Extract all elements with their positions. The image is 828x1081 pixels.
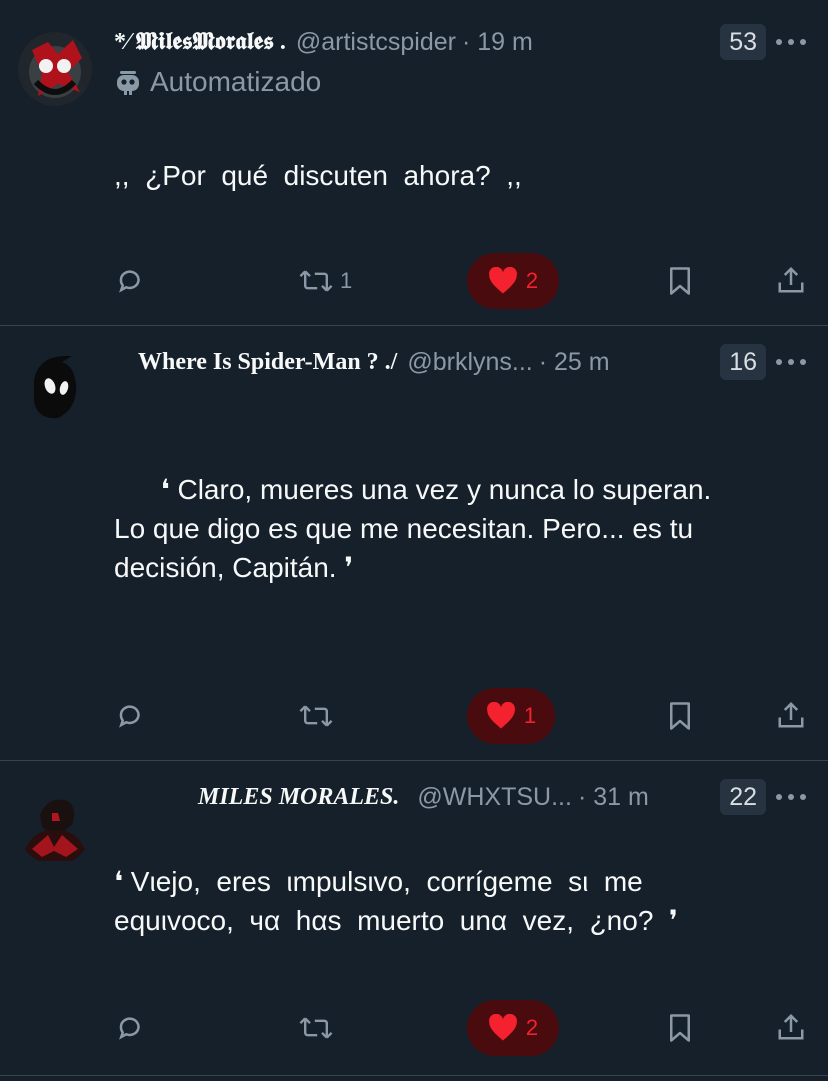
- display-name[interactable]: Where Is Spider-Man ? ./: [138, 349, 397, 376]
- like-button[interactable]: 2: [467, 253, 559, 309]
- retweet-icon: [299, 705, 333, 727]
- share-icon: [778, 701, 804, 728]
- tweet-text: ❛ Claro, mueres una vez y nunca lo super…: [114, 470, 814, 587]
- user-handle[interactable]: @WHXTSU...: [417, 783, 572, 812]
- count-badge: 22: [720, 779, 766, 815]
- user-handle[interactable]: @artistcspider: [296, 28, 456, 57]
- robot-icon: [117, 71, 139, 95]
- bookmark-icon: [670, 702, 690, 730]
- timestamp[interactable]: · 31 m: [578, 783, 649, 812]
- share-icon: [778, 1013, 804, 1040]
- retweet-count: 1: [340, 268, 353, 293]
- avatar[interactable]: [18, 350, 92, 424]
- share-button[interactable]: [776, 1012, 806, 1042]
- tweet-text-line: decisión, Capitán. ❜: [114, 552, 354, 583]
- reply-icon: [119, 270, 140, 293]
- reply-icon: [119, 705, 140, 728]
- retweet-button[interactable]: [298, 1013, 340, 1043]
- retweet-icon: [299, 270, 333, 292]
- tweet-actions: 1 2: [0, 253, 828, 309]
- tweet-text-line: equιvoco, чα hαs muerto unα vez, ¿no? ❜: [114, 905, 678, 936]
- avatar[interactable]: [18, 32, 92, 106]
- bookmark-icon: [670, 267, 690, 295]
- automated-label-row[interactable]: Automatizado: [114, 66, 321, 98]
- reply-icon: [119, 1017, 140, 1040]
- more-icon[interactable]: [776, 357, 806, 367]
- tweet-text-line: ❛ Vιejo, eres ιmpulsιvo, corrígeme sι me: [114, 866, 643, 897]
- heart-icon: [488, 267, 517, 294]
- tweet-actions: 2: [0, 1000, 828, 1056]
- share-button[interactable]: [776, 265, 806, 295]
- share-icon: [778, 266, 804, 293]
- more-icon[interactable]: [776, 792, 806, 802]
- reply-button[interactable]: [116, 266, 146, 296]
- timestamp[interactable]: · 25 m: [539, 348, 610, 377]
- tweet-text-line: ❛ Claro, mueres una vez y nunca lo super…: [114, 474, 712, 505]
- like-count: 2: [525, 268, 539, 293]
- more-icon[interactable]: [776, 37, 806, 47]
- avatar[interactable]: [18, 791, 92, 865]
- tweet-text-line: Lo que digo es que me necesitan. Pero...…: [114, 513, 694, 544]
- like-count: 2: [525, 1015, 539, 1040]
- bookmark-button[interactable]: [667, 701, 693, 731]
- user-handle[interactable]: @brklyns...: [407, 348, 532, 377]
- avatar-image: [18, 791, 92, 865]
- like-button[interactable]: 1: [467, 688, 555, 744]
- like-count: 1: [523, 703, 537, 728]
- tweet-actions: 1: [0, 688, 828, 744]
- tweet-text: ,, ¿Por qué discuten ahora? ,,: [114, 156, 794, 195]
- tweet-text: ❛ Vιejo, eres ιmpulsιvo, corrígeme sι me…: [114, 862, 814, 940]
- tweet-2[interactable]: Where Is Spider-Man ? ./ @brklyns... · 2…: [0, 326, 828, 761]
- reply-button[interactable]: [116, 701, 146, 731]
- reply-button[interactable]: [116, 1013, 146, 1043]
- tweet-3[interactable]: MILES MORALES. @WHXTSU... · 31 m 22 ❛ Vι…: [0, 761, 828, 1076]
- retweet-button[interactable]: 1: [298, 266, 352, 296]
- avatar-image: [18, 350, 92, 424]
- bookmark-button[interactable]: [667, 1013, 693, 1043]
- heart-icon: [486, 702, 515, 729]
- count-badge: 16: [720, 344, 766, 380]
- bookmark-button[interactable]: [667, 266, 693, 296]
- like-button[interactable]: 2: [467, 1000, 559, 1056]
- count-badge: 53: [720, 24, 766, 60]
- share-button[interactable]: [776, 700, 806, 730]
- retweet-icon: [299, 1017, 333, 1039]
- retweet-button[interactable]: [298, 701, 340, 731]
- bookmark-icon: [670, 1014, 690, 1042]
- timestamp[interactable]: · 19 m: [462, 28, 533, 57]
- heart-icon: [488, 1014, 517, 1041]
- avatar-image: [18, 32, 92, 106]
- automated-label: Automatizado: [150, 66, 322, 97]
- tweet-1[interactable]: *⁄ 𝕸𝖎𝖑𝖊𝖘𝕸𝖔𝖗𝖆𝖑𝖊𝖘 . @artistcspider · 19 m …: [0, 0, 828, 326]
- display-name[interactable]: MILES MORALES.: [198, 784, 399, 811]
- display-name[interactable]: *⁄ 𝕸𝖎𝖑𝖊𝖘𝕸𝖔𝖗𝖆𝖑𝖊𝖘 .: [114, 29, 286, 56]
- tweet-text-line: ,, ¿Por qué discuten ahora? ,,: [114, 160, 522, 191]
